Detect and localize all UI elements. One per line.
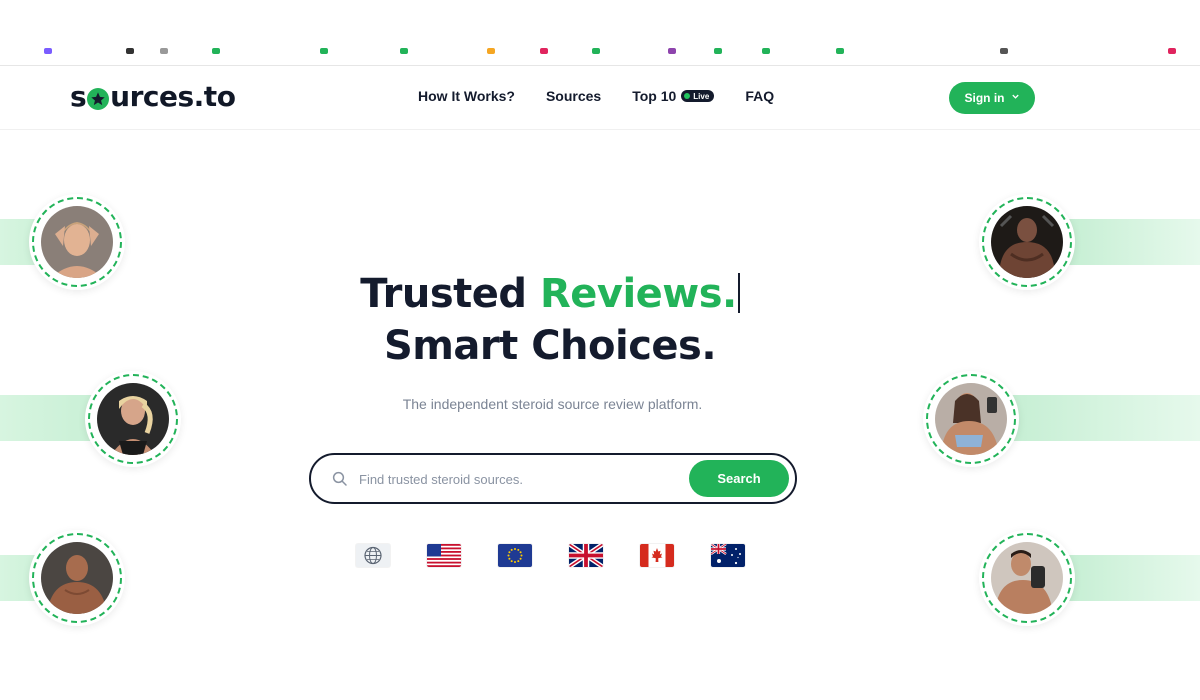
search-icon	[331, 470, 349, 492]
typing-caret	[737, 273, 740, 313]
bookmark-icon[interactable]	[714, 48, 722, 54]
site-logo[interactable]: s urces.to	[70, 80, 236, 113]
usa-flag-icon[interactable]	[427, 544, 461, 567]
bookmark-icon[interactable]	[320, 48, 328, 54]
bookmark-icon[interactable]	[44, 48, 52, 54]
hero-title: Trusted Reviews. Smart Choices.	[0, 268, 1100, 372]
avatar-photo	[991, 542, 1063, 614]
nav-how-it-works[interactable]: How It Works?	[418, 88, 515, 104]
bookmark-icon[interactable]	[540, 48, 548, 54]
bookmark-icon[interactable]	[400, 48, 408, 54]
browser-bookmark-bar	[0, 0, 1200, 66]
logo-text-suffix: urces.to	[110, 80, 236, 113]
global-flag-icon[interactable]	[356, 544, 390, 567]
uk-flag-icon[interactable]	[569, 544, 603, 567]
sign-in-label: Sign in	[964, 91, 1005, 105]
bookmark-icon[interactable]	[1000, 48, 1008, 54]
avatar-photo	[41, 542, 113, 614]
live-badge-label: Live	[693, 91, 710, 101]
live-dot-icon	[684, 93, 691, 99]
bookmark-icon[interactable]	[668, 48, 676, 54]
nav-sources[interactable]: Sources	[546, 88, 601, 104]
search-bar: Search	[309, 453, 797, 504]
nav-top10[interactable]: Top 10 Live	[632, 88, 715, 104]
eu-flag-icon[interactable]	[498, 544, 532, 567]
hero-subtitle: The independent steroid source review pl…	[402, 396, 703, 412]
bookmark-icon[interactable]	[762, 48, 770, 54]
hero-title-part1: Trusted	[360, 271, 540, 317]
hero-title-highlight: Reviews.	[539, 271, 737, 317]
reviewer-avatar	[29, 530, 125, 626]
reviewer-avatar	[979, 530, 1075, 626]
star-icon	[87, 87, 110, 110]
logo-text-prefix: s	[70, 80, 87, 113]
nav-top10-label: Top 10	[632, 88, 677, 104]
bookmark-icon[interactable]	[592, 48, 600, 54]
live-badge: Live	[681, 90, 715, 102]
canada-flag-icon[interactable]	[640, 544, 674, 567]
main-nav: How It Works? Sources Top 10 Live FAQ	[418, 88, 805, 104]
sign-in-button[interactable]: Sign in	[949, 82, 1035, 114]
search-input[interactable]	[359, 467, 679, 491]
reviewer-avatar	[85, 371, 181, 467]
bookmark-icon[interactable]	[1168, 48, 1176, 54]
chevron-down-icon	[1011, 92, 1020, 104]
country-filter	[356, 544, 782, 567]
australia-flag-icon[interactable]	[711, 544, 745, 567]
decorative-band	[1060, 219, 1200, 265]
site-header: s urces.to How It Works? Sources Top 10 …	[0, 66, 1200, 130]
bookmark-icon[interactable]	[487, 48, 495, 54]
nav-faq[interactable]: FAQ	[745, 88, 774, 104]
bookmark-icon[interactable]	[836, 48, 844, 54]
bookmark-icon[interactable]	[126, 48, 134, 54]
bookmark-icon[interactable]	[212, 48, 220, 54]
avatar-photo	[935, 383, 1007, 455]
hero-title-line2: Smart Choices.	[383, 323, 717, 369]
search-button[interactable]: Search	[689, 460, 789, 497]
reviewer-avatar	[923, 371, 1019, 467]
avatar-photo	[97, 383, 169, 455]
decorative-band	[1060, 555, 1200, 601]
bookmark-icon[interactable]	[160, 48, 168, 54]
